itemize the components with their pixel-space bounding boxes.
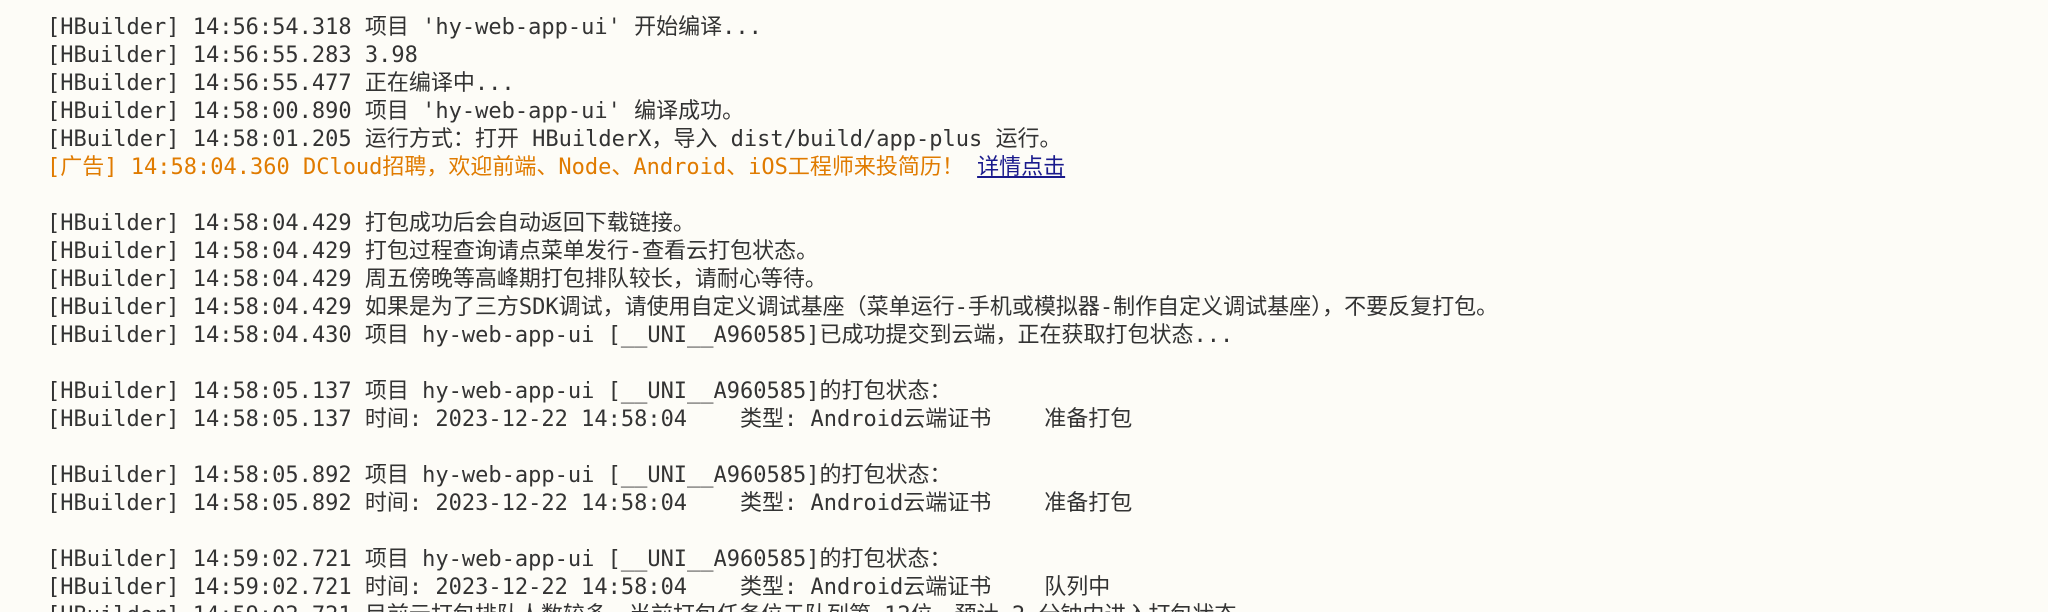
- log-message: 项目 hy-web-app-ui [__UNI__A960585]的打包状态：: [364, 547, 952, 572]
- log-tag: [HBuilder]: [47, 547, 180, 572]
- log-timestamp: 14:58:04.429: [192, 295, 352, 320]
- log-line: [HBuilder] 14:56:55.477 正在编译中...: [47, 70, 2048, 98]
- log-tag: [HBuilder]: [47, 43, 180, 68]
- log-timestamp: 14:56:54.318: [192, 15, 352, 40]
- log-line: [HBuilder] 14:58:00.890 项目 'hy-web-app-u…: [47, 98, 2048, 126]
- log-line: [HBuilder] 14:58:05.892 时间: 2023-12-22 1…: [47, 490, 2048, 518]
- log-timestamp: 14:58:05.137: [192, 379, 352, 404]
- log-message: 时间: 2023-12-22 14:58:04 类型: Android云端证书 …: [364, 575, 1111, 600]
- log-timestamp: 14:58:05.892: [192, 463, 352, 488]
- log-timestamp: 14:59:02.721: [192, 547, 352, 572]
- log-message: 项目 'hy-web-app-ui' 编译成功。: [364, 99, 745, 124]
- log-timestamp: 14:58:04.360: [130, 155, 290, 180]
- log-message: 打包过程查询请点菜单发行-查看云打包状态。: [364, 239, 819, 264]
- log-timestamp: 14:59:02.721: [193, 603, 352, 612]
- log-timestamp: 14:56:55.283: [192, 43, 352, 68]
- log-message: 项目 'hy-web-app-ui' 开始编译...: [364, 15, 762, 40]
- log-message: 时间: 2023-12-22 14:58:04 类型: Android云端证书 …: [364, 491, 1133, 516]
- log-message: 打包成功后会自动返回下载链接。: [364, 211, 695, 236]
- ad-log-line: [广告] 14:58:04.360 DCloud招聘，欢迎前端、Node、And…: [47, 154, 2048, 182]
- log-message: 项目 hy-web-app-ui [__UNI__A960585]已成功提交到云…: [364, 323, 1234, 348]
- log-message: 如果是为了三方SDK调试，请使用自定义调试基座（菜单运行-手机或模拟器-制作自定…: [364, 295, 1499, 320]
- log-tag: [HBuilder]: [47, 379, 180, 404]
- console-output-panel[interactable]: [HBuilder] 14:56:54.318 项目 'hy-web-app-u…: [0, 0, 2048, 612]
- log-timestamp: 14:59:02.721: [192, 575, 352, 600]
- log-message: DCloud招聘，欢迎前端、Node、Android、iOS工程师来投简历！: [302, 155, 964, 180]
- log-message: 项目 hy-web-app-ui [__UNI__A960585]的打包状态：: [364, 379, 952, 404]
- log-line: [HBuilder] 14:59:02.721 时间: 2023-12-22 1…: [47, 574, 2048, 602]
- log-tag: [HBuilder]: [47, 575, 180, 600]
- log-tag: [HBuilder]: [47, 99, 180, 124]
- log-line: [HBuilder] 14:58:05.892 项目 hy-web-app-ui…: [47, 462, 2048, 490]
- log-timestamp: 14:56:55.477: [192, 71, 352, 96]
- log-tag: [HBuilder]: [47, 323, 180, 348]
- log-timestamp: 14:58:01.205: [192, 127, 352, 152]
- log-tag: [HBuilder]: [47, 127, 180, 152]
- log-line: [HBuilder] 14:58:01.205 运行方式：打开 HBuilder…: [47, 126, 2048, 154]
- log-timestamp: 14:58:04.430: [192, 323, 352, 348]
- log-message: 时间: 2023-12-22 14:58:04 类型: Android云端证书 …: [364, 407, 1133, 432]
- log-timestamp: 14:58:05.892: [192, 491, 352, 516]
- log-line: [HBuilder] 14:58:05.137 时间: 2023-12-22 1…: [47, 406, 2048, 434]
- log-tag: [HBuilder]: [47, 71, 180, 96]
- log-line: [HBuilder] 14:59:02.721 项目 hy-web-app-ui…: [47, 546, 2048, 574]
- log-line: [HBuilder] 14:56:54.318 项目 'hy-web-app-u…: [47, 14, 2048, 42]
- log-message: 正在编译中...: [364, 71, 515, 96]
- log-tag: [HBuilder]: [47, 463, 180, 488]
- log-tag: [HBuilder]: [47, 407, 180, 432]
- log-timestamp: 14:58:04.429: [192, 267, 352, 292]
- log-line: [HBuilder] 14:58:04.429 打包成功后会自动返回下载链接。: [47, 210, 2048, 238]
- ad-details-link[interactable]: 详情点击: [977, 155, 1065, 180]
- log-line: [HBuilder] 14:58:05.137 项目 hy-web-app-ui…: [47, 378, 2048, 406]
- log-tag: [HBuilder]: [47, 15, 180, 40]
- log-tag: [HBuilder]: [47, 211, 180, 236]
- log-message: 3.98: [364, 43, 418, 68]
- log-message: 周五傍晚等高峰期打包排队较长，请耐心等待。: [364, 267, 827, 292]
- log-line: [HBuilder] 14:58:04.429 打包过程查询请点菜单发行-查看云…: [47, 238, 2048, 266]
- log-timestamp: 14:58:05.137: [192, 407, 352, 432]
- log-message: 运行方式：打开 HBuilderX，导入 dist/build/app-plus…: [364, 127, 1062, 152]
- log-tag: [HBuilder]: [47, 491, 180, 516]
- log-line: [HBuilder] 14:58:04.429 如果是为了三方SDK调试，请使用…: [47, 294, 2048, 322]
- log-line: [HBuilder] 14:56:55.283 3.98: [47, 42, 2048, 70]
- log-tag: [HBuilder]: [47, 603, 179, 612]
- log-message: 项目 hy-web-app-ui [__UNI__A960585]的打包状态：: [364, 463, 952, 488]
- log-timestamp: 14:58:00.890: [192, 99, 352, 124]
- log-message: 目前云打包排队人数较多，当前打包任务位于队列第 12位，预计 2 分钟内进入打包…: [365, 603, 1276, 612]
- log-tag: [HBuilder]: [47, 295, 180, 320]
- log-line: [HBuilder] 14:58:04.430 项目 hy-web-app-ui…: [47, 322, 2048, 350]
- log-tag: [广告]: [47, 155, 118, 180]
- log-timestamp: 14:58:04.429: [192, 239, 352, 264]
- log-tag: [HBuilder]: [47, 267, 180, 292]
- log-line: [HBuilder] 14:58:04.429 周五傍晚等高峰期打包排队较长，请…: [47, 266, 2048, 294]
- log-tag: [HBuilder]: [47, 239, 180, 264]
- log-line: [HBuilder] 14:59:02.721 目前云打包排队人数较多，当前打包…: [47, 602, 2048, 612]
- log-timestamp: 14:58:04.429: [192, 211, 352, 236]
